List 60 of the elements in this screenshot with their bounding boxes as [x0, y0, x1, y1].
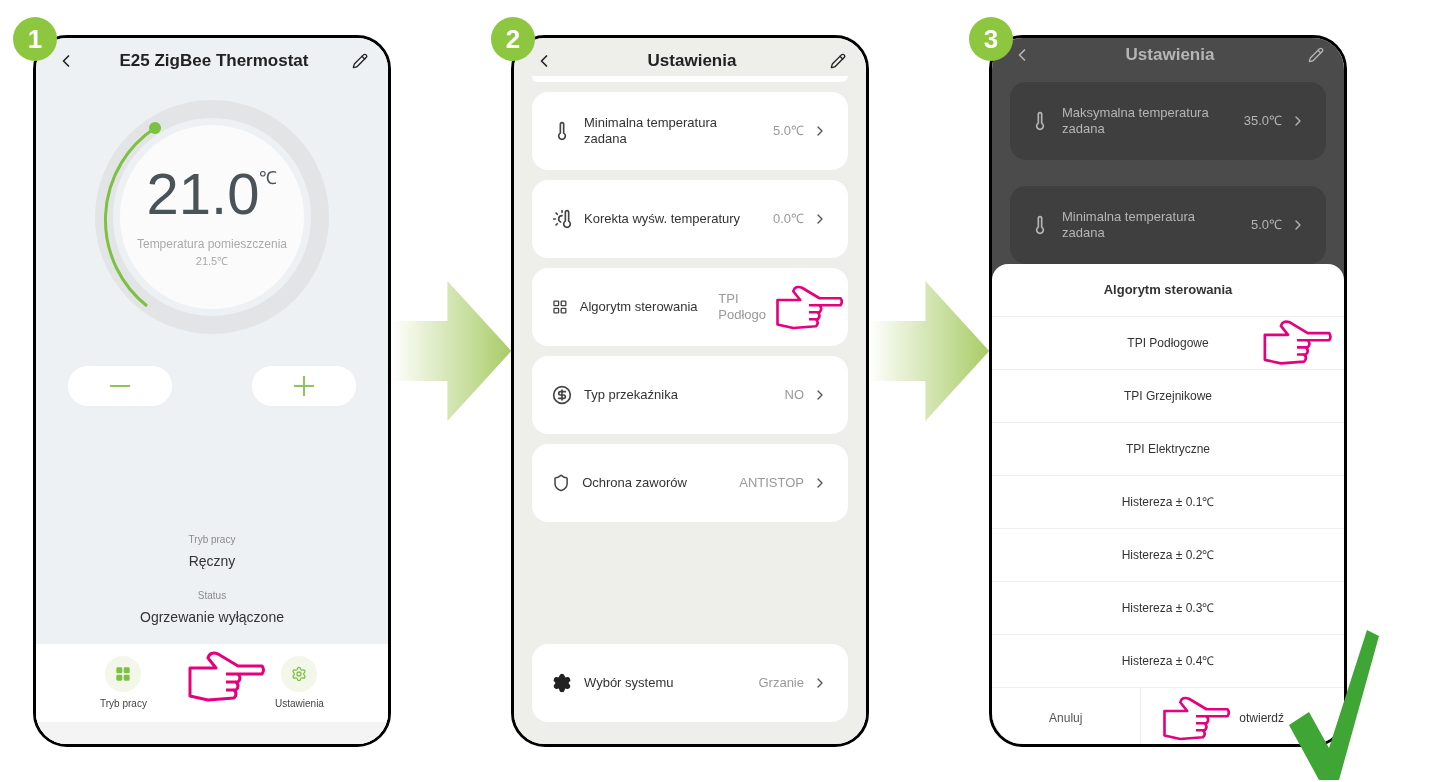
room-temperature-label: Temperatura pomieszczenia: [136, 235, 288, 253]
info-label: Status: [197, 589, 227, 603]
sheet-title: Algorytm sterowania: [1102, 281, 1234, 299]
thermometer-icon: [552, 209, 572, 229]
setting-card[interactable]: Algorytm sterowania TPI Podłogo: [532, 268, 848, 346]
setting-card[interactable]: Maksymalna temperatura zadana 35.0℃: [1010, 82, 1326, 160]
grid-icon: [552, 297, 568, 317]
step-number-badge: 2: [491, 17, 535, 61]
step-number-badge: 3: [969, 17, 1013, 61]
setting-value: NO: [784, 386, 804, 405]
setting-card[interactable]: Minimalna temperatura zadana 5.0℃: [532, 92, 848, 170]
setting-card[interactable]: Minimalna temperatura zadana 5.0℃: [1010, 186, 1326, 264]
gear-icon: [552, 673, 572, 693]
cancel-button[interactable]: Anuluj: [992, 687, 1141, 744]
confirm-button[interactable]: otwierdź: [1235, 701, 1288, 735]
edit-icon[interactable]: [830, 53, 846, 69]
edit-icon[interactable]: [352, 53, 368, 69]
settings-icon: [291, 665, 308, 682]
option-item[interactable]: Histereza ± 0.2℃: [992, 527, 1344, 581]
screen-title: Ustawienia: [647, 50, 737, 73]
setting-label: Korekta wyśw. temperatury: [584, 210, 742, 228]
option-item[interactable]: TPI Elektryczne: [992, 421, 1344, 475]
option-item[interactable]: TPI Podłogowe: [992, 315, 1344, 369]
setting-value: 0.0℃: [772, 210, 804, 229]
setting-label: Maksymalna temperatura zadana: [1062, 104, 1210, 138]
setting-card[interactable]: Ochrona zaworów ANTISTOP: [532, 444, 848, 522]
option-item[interactable]: TPI Grzejnikowe: [992, 368, 1344, 422]
info-value: Ogrzewanie wyłączone: [140, 608, 284, 627]
info-value: Ręczny: [188, 552, 236, 571]
setting-value: 5.0℃: [1250, 216, 1282, 235]
setting-card[interactable]: Wybór systemu Grzanie: [532, 644, 848, 722]
room-temperature-value: 21.5℃: [195, 253, 229, 269]
setting-label: Minimalna temperatura zadana: [1062, 208, 1196, 242]
setpoint-temperature: 21.0: [146, 164, 260, 223]
setting-value: TPI Podłogo: [718, 290, 766, 324]
setting-value: ANTISTOP: [739, 474, 804, 493]
setting-label: Typ przekaźnika: [584, 386, 679, 404]
option-item[interactable]: Histereza ± 0.4℃: [992, 633, 1344, 687]
step-number-badge: 1: [13, 17, 57, 61]
grid-icon: [115, 665, 132, 682]
dollar-circle-icon: [552, 385, 572, 405]
setting-card[interactable]: Typ przekaźnika NO: [532, 356, 848, 434]
setting-card[interactable]: Korekta wyśw. temperatury 0.0℃: [532, 180, 848, 258]
setting-value: Grzanie: [758, 674, 804, 693]
minus-icon: [110, 385, 130, 387]
option-item[interactable]: Histereza ± 0.3℃: [992, 580, 1344, 634]
setting-value: 5.0℃: [772, 122, 804, 141]
screen-title: Ustawienia: [1125, 44, 1215, 67]
setting-label: Algorytm sterowania: [579, 298, 699, 316]
info-label: Tryb pracy: [188, 533, 236, 547]
plus-icon: [294, 376, 314, 396]
unit-label: ℃: [259, 166, 278, 190]
option-item[interactable]: Histereza ± 0.1℃: [992, 474, 1344, 528]
setting-value: 35.0℃: [1243, 112, 1282, 131]
screen-title: E25 ZigBee Thermostat: [119, 50, 309, 73]
setting-label: Minimalna temperatura zadana: [584, 114, 718, 148]
shield-icon: [552, 473, 571, 493]
setting-label: Ochrona zaworów: [582, 474, 688, 492]
nav-tab[interactable]: Ustawienia: [275, 655, 324, 711]
setting-label: Wybór systemu: [584, 674, 675, 692]
